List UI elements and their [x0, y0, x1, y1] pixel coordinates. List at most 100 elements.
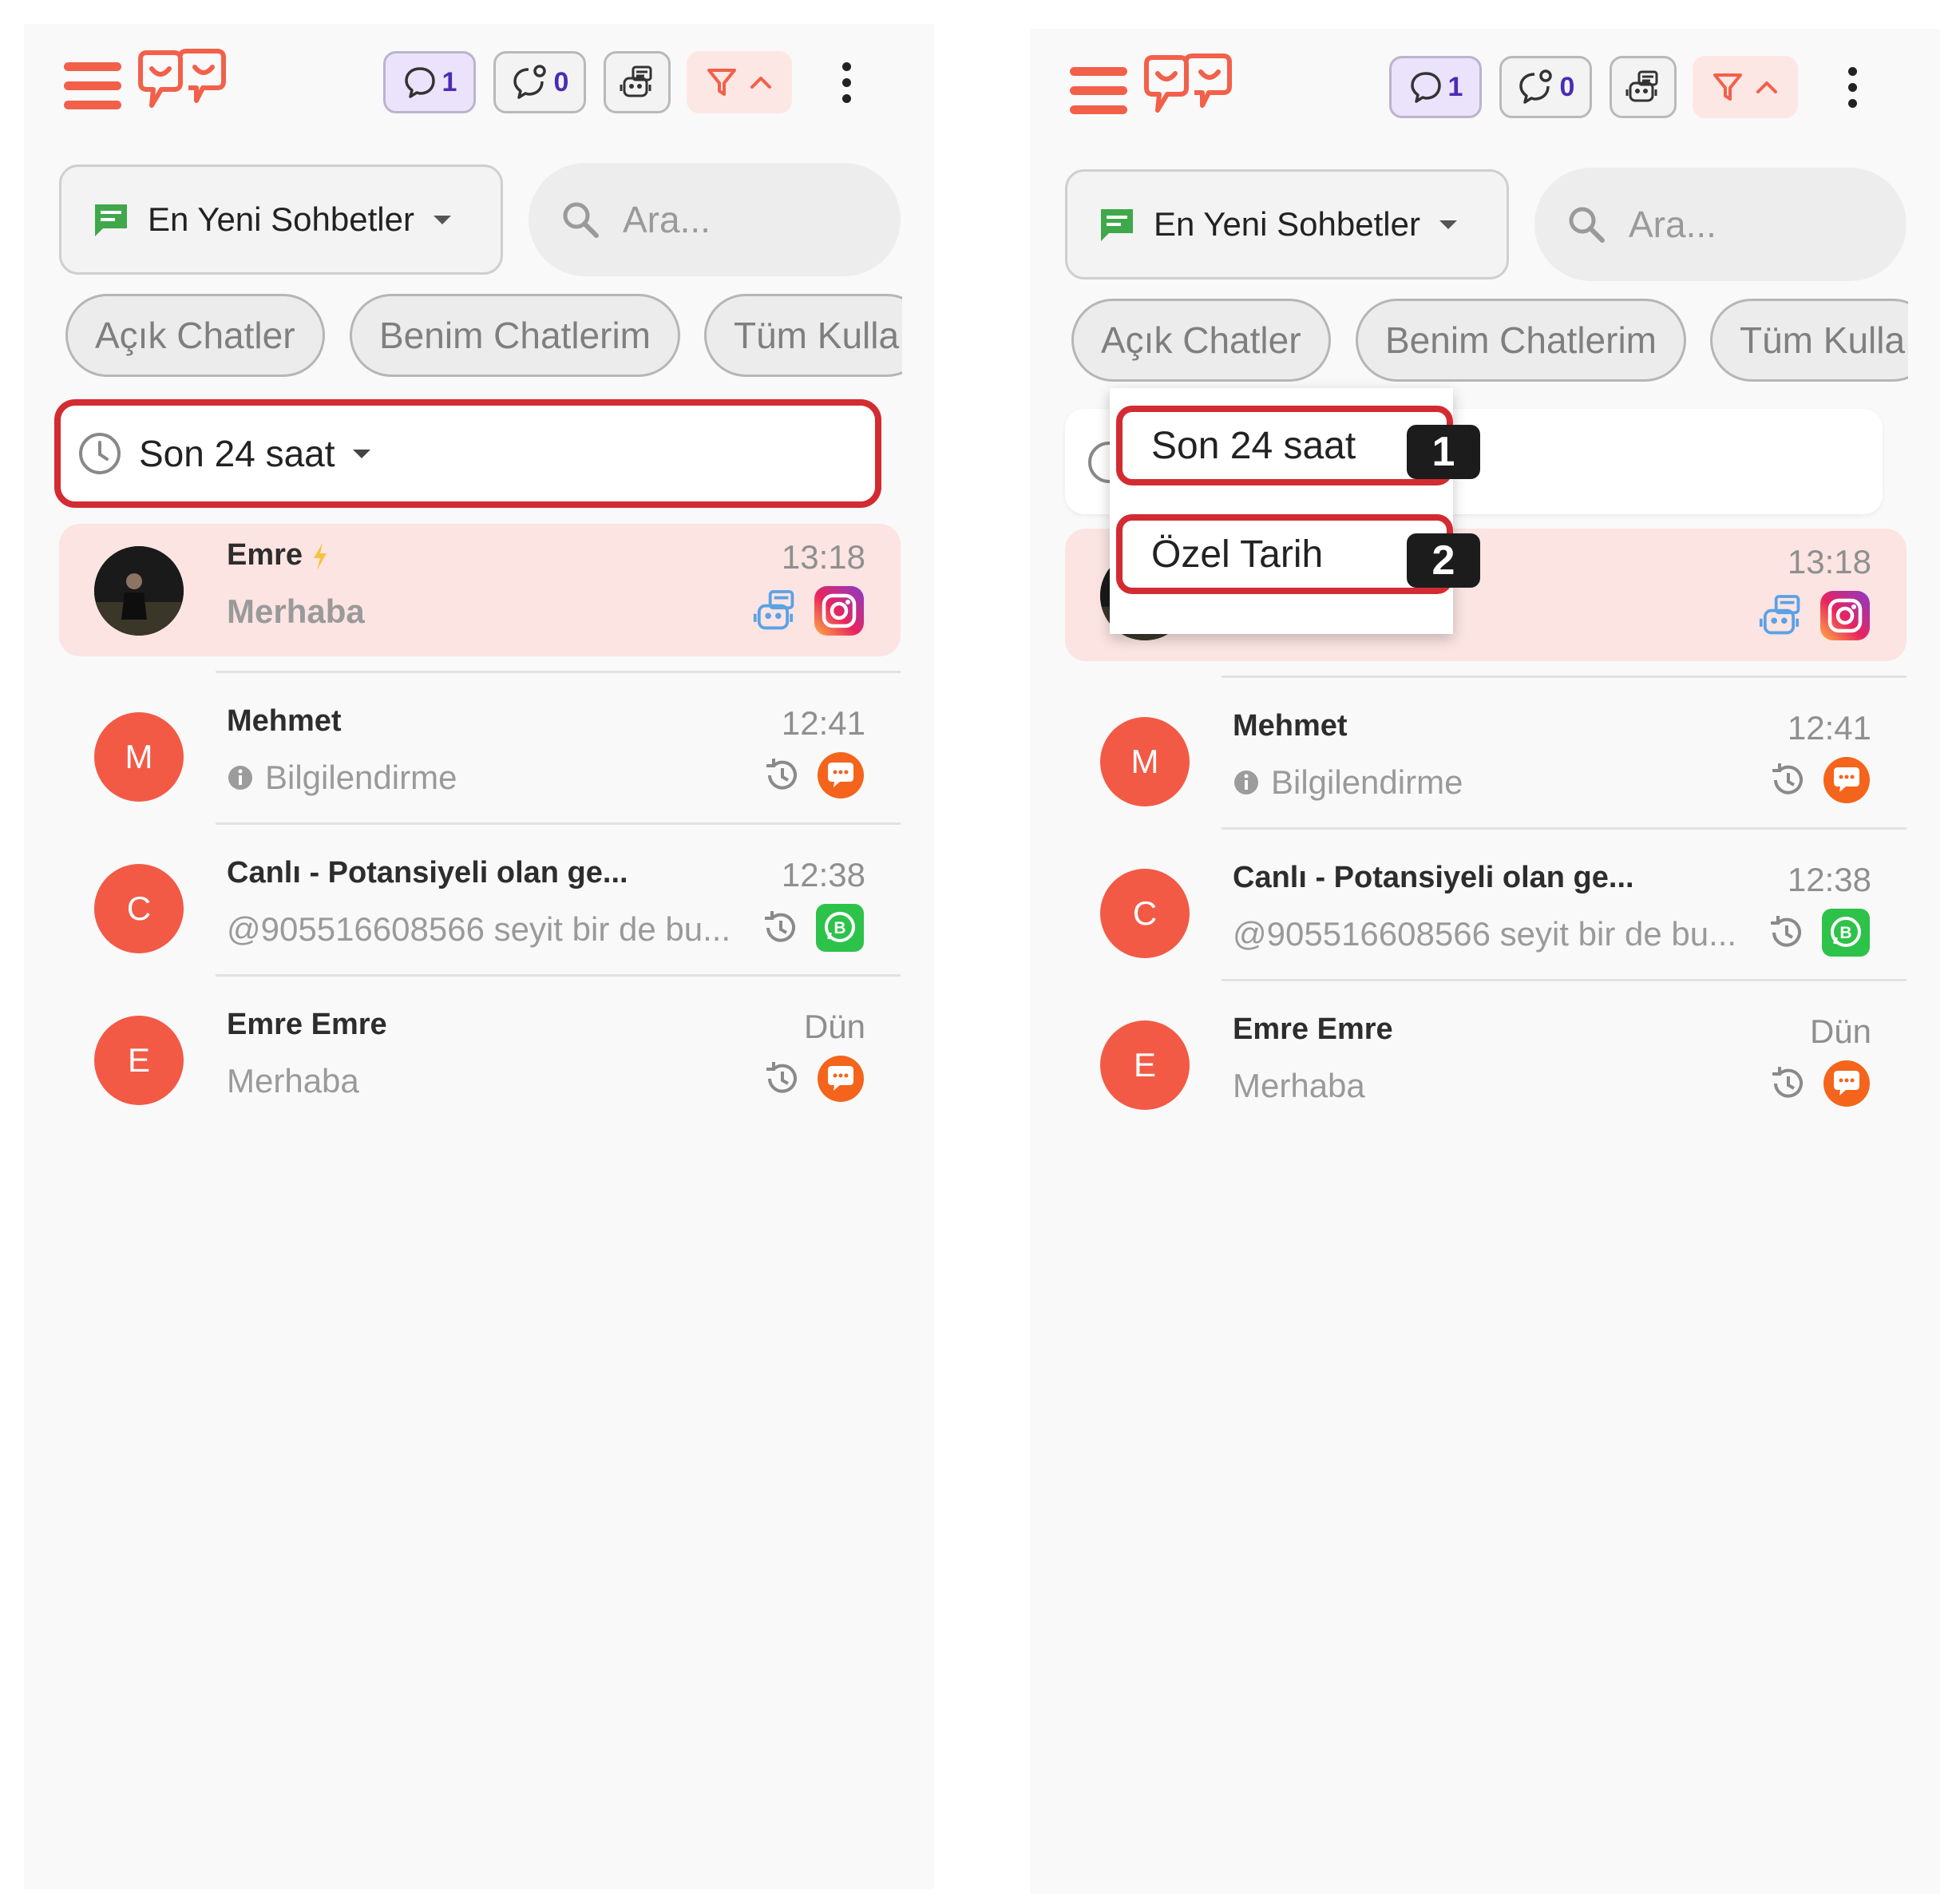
contact-name: Mehmet: [1233, 709, 1348, 743]
chat-list-screen-left: 1 0 En Yeni Sohbetler Ara... Açık Chatle…: [24, 24, 934, 1889]
message-icon: [95, 204, 127, 236]
last-message: Bilgilendirme: [227, 759, 457, 797]
info-icon: [1234, 771, 1258, 794]
whatsapp-business-icon: B: [1822, 909, 1870, 957]
chat-bubble-icon: [1410, 72, 1441, 103]
chat-bubble-icon: [404, 67, 435, 98]
pending-chat-icon: [513, 65, 546, 99]
livechat-icon: [818, 752, 864, 798]
filter-toggle-button[interactable]: [687, 51, 792, 113]
conversation-row[interactable]: E Emre Emre Dün Merhaba: [1065, 998, 1907, 1131]
app-header: 1 0: [1030, 29, 1940, 149]
chip-all-users[interactable]: Tüm Kulla: [704, 294, 902, 377]
history-icon: [765, 911, 795, 942]
pending-chat-icon: [1519, 69, 1552, 104]
menu-item-last-24h[interactable]: Son 24 saat: [1116, 406, 1453, 485]
whatsapp-business-icon: B: [816, 904, 864, 952]
svg-text:B: B: [833, 919, 845, 937]
caret-down-icon: [1439, 220, 1457, 229]
conversation-row[interactable]: E Emre Emre Dün Merhaba: [59, 993, 901, 1126]
row-icons: [762, 751, 865, 800]
message-time: Dün: [1809, 1012, 1871, 1050]
date-range-label: Son 24 saat: [139, 433, 335, 474]
chip-my-chats[interactable]: Benim Chatlerim: [1356, 299, 1686, 382]
info-icon: [228, 766, 252, 790]
search-input[interactable]: Ara...: [529, 163, 901, 276]
filter-icon: [1713, 73, 1742, 101]
date-range-select[interactable]: Son 24 saat: [54, 399, 881, 508]
more-vert-icon[interactable]: [830, 56, 862, 109]
divider: [1222, 827, 1907, 830]
message-time: 13:18: [1787, 543, 1871, 580]
chip-open-chats[interactable]: Açık Chatler: [65, 294, 325, 377]
pending-count: 0: [1559, 71, 1575, 102]
menu-item-custom-date[interactable]: Özel Tarih: [1116, 514, 1453, 594]
pending-count: 0: [553, 66, 569, 97]
menu-icon[interactable]: [1070, 67, 1127, 115]
divider: [216, 974, 901, 977]
menu-item-label: Özel Tarih: [1151, 533, 1324, 576]
instagram-icon: [814, 586, 864, 636]
search-placeholder: Ara...: [623, 199, 711, 240]
search-input[interactable]: Ara...: [1534, 168, 1907, 281]
chat-filter-chips: Açık Chatler Benim Chatlerim Tüm Kulla: [65, 294, 902, 382]
menu-item-label: Son 24 saat: [1151, 424, 1356, 467]
svg-text:B: B: [1839, 924, 1851, 942]
history-icon: [1772, 1067, 1803, 1098]
row-icons: [1768, 755, 1871, 805]
more-vert-icon[interactable]: [1836, 61, 1868, 113]
conversation-row[interactable]: C Canlı - Potansiyeli olan ge... 12:38 @…: [1065, 846, 1907, 979]
chip-open-chats[interactable]: Açık Chatler: [1071, 299, 1331, 382]
menu-icon[interactable]: [64, 62, 121, 110]
bot-button[interactable]: [1610, 56, 1677, 118]
row-icons: [1768, 1059, 1871, 1108]
contact-name: Mehmet: [227, 704, 342, 738]
bot-button[interactable]: [604, 51, 671, 113]
sort-select[interactable]: En Yeni Sohbetler: [1065, 169, 1509, 279]
filter-toggle-button[interactable]: [1693, 56, 1798, 118]
contact-name: Emre Emre: [1233, 1012, 1393, 1046]
chip-all-users[interactable]: Tüm Kulla: [1710, 299, 1908, 382]
livechat-icon: [1823, 1060, 1870, 1107]
instagram-icon: [1820, 591, 1870, 640]
open-chats-button[interactable]: 1: [383, 51, 476, 113]
open-chats-button[interactable]: 1: [1389, 56, 1482, 118]
last-message: @905516608566 seyit bir de bu...: [227, 910, 731, 948]
divider: [1222, 676, 1907, 678]
message-time: 13:18: [781, 538, 865, 576]
person-photo-icon: [94, 546, 184, 636]
divider: [1222, 979, 1907, 981]
clock-icon: [79, 433, 121, 474]
date-range-dropdown: Son 24 saat Özel Tarih: [1110, 388, 1453, 634]
pending-chats-button[interactable]: 0: [1499, 56, 1592, 118]
contact-name: Emre: [227, 538, 329, 573]
row-icons: [1758, 589, 1871, 642]
conversation-row[interactable]: M Mehmet 12:41 Bilgilendirme: [59, 690, 901, 822]
row-icons: B: [760, 902, 865, 953]
avatar: C: [94, 864, 184, 953]
avatar: C: [1100, 869, 1190, 958]
contact-name: Canlı - Potansiyeli olan ge...: [1233, 861, 1634, 894]
chevron-up-icon: [1756, 81, 1777, 93]
livechat-icon: [818, 1056, 864, 1102]
last-message: @905516608566 seyit bir de bu...: [1233, 915, 1737, 953]
history-icon: [1772, 763, 1803, 794]
avatar: M: [1100, 717, 1190, 806]
bot-icon: [1625, 70, 1658, 102]
bot-icon: [753, 590, 794, 630]
last-message: Merhaba: [1233, 1067, 1365, 1104]
bot-icon: [1759, 595, 1800, 635]
pending-chats-button[interactable]: 0: [493, 51, 586, 113]
message-time: 12:38: [781, 856, 865, 894]
conversation-row[interactable]: C Canlı - Potansiyeli olan ge... 12:38 @…: [59, 842, 901, 974]
logo-icon: [1144, 53, 1232, 113]
chip-my-chats[interactable]: Benim Chatlerim: [350, 294, 680, 377]
sort-label: En Yeni Sohbetler: [148, 200, 414, 238]
conversation-row[interactable]: M Mehmet 12:41 Bilgilendirme: [1065, 695, 1907, 827]
search-placeholder: Ara...: [1629, 204, 1716, 245]
row-icons: [762, 1054, 865, 1104]
conversation-row[interactable]: Emre 13:18 Merhaba: [59, 524, 901, 656]
chat-list-screen-right: 1 0 En Yeni Sohbetler Ara... Açık Chatle…: [1030, 29, 1940, 1894]
message-time: 12:38: [1787, 861, 1871, 898]
sort-select[interactable]: En Yeni Sohbetler: [59, 164, 503, 275]
